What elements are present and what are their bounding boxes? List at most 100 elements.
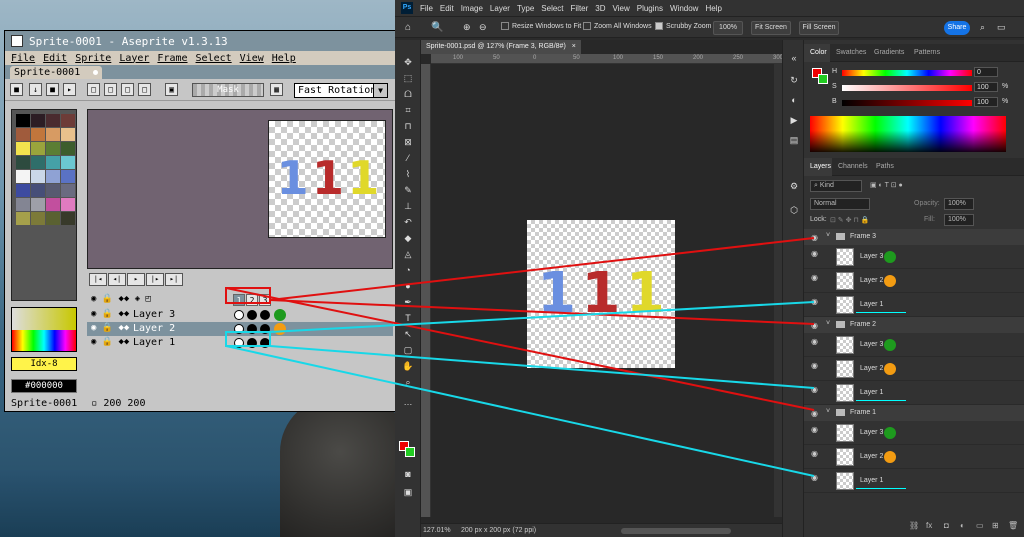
ps-menu-3d[interactable]: 3D: [595, 4, 605, 13]
timeline-layer-row[interactable]: ◉ 🔒 ◆◆ Layer 2: [87, 322, 393, 336]
move-tool-icon[interactable]: ✥: [402, 56, 414, 68]
screen-mode-icon[interactable]: ▣: [402, 486, 414, 498]
healing-tool-icon[interactable]: ⌇: [402, 168, 414, 180]
palette-swatch[interactable]: [46, 184, 60, 197]
new-layer-icon[interactable]: ⊞: [992, 521, 999, 530]
palette-swatch[interactable]: [16, 114, 30, 127]
zoom-tool-icon[interactable]: ⌕: [402, 376, 414, 388]
fit-screen-button[interactable]: Fit Screen: [751, 21, 791, 35]
transform-icon[interactable]: ▣: [165, 83, 178, 96]
ps-menu-filter[interactable]: Filter: [571, 4, 589, 13]
tab-gradients[interactable]: Gradients: [874, 49, 904, 56]
quick-mask-icon[interactable]: ◙: [402, 468, 414, 480]
palette-swatch[interactable]: [61, 198, 75, 211]
palette-swatch[interactable]: [31, 142, 45, 155]
chevron-down-icon[interactable]: ˅: [826, 232, 830, 239]
shape-tool-icon[interactable]: ▢: [402, 344, 414, 356]
lock-icon[interactable]: ■: [10, 83, 23, 96]
ps-menu-help[interactable]: Help: [705, 4, 721, 13]
cel[interactable]: [260, 338, 270, 348]
tab-patterns[interactable]: Patterns: [914, 49, 940, 56]
layer-group-row[interactable]: ◉ ˅ Frame 1: [804, 405, 1024, 421]
layer-row[interactable]: ◉ Layer 3: [804, 421, 1024, 445]
ps-menu-plugins[interactable]: Plugins: [637, 4, 663, 13]
palette-swatch[interactable]: [31, 170, 45, 183]
saturation-slider[interactable]: S 100 %: [832, 82, 1022, 93]
eyedropper-tool-icon[interactable]: ⁄: [402, 152, 414, 164]
layer-visibility-icon[interactable]: ◉ 🔒 ◆◆: [91, 323, 129, 333]
hue-slider[interactable]: H 0: [832, 67, 1022, 78]
chevron-down-icon[interactable]: ˅: [826, 408, 830, 415]
layer-group-row[interactable]: ◉ ˅ Frame 2: [804, 317, 1024, 333]
palette-swatch[interactable]: [16, 212, 30, 225]
layer-row[interactable]: ◉ Layer 1: [804, 469, 1024, 493]
menu-edit[interactable]: Edit: [43, 53, 67, 64]
eye-icon[interactable]: ◉: [811, 233, 818, 242]
palette-swatch[interactable]: [46, 170, 60, 183]
palette-swatch[interactable]: [31, 128, 45, 141]
eye-icon[interactable]: ◉: [811, 473, 818, 482]
palette-swatch[interactable]: [46, 212, 60, 225]
resize-windows-checkbox[interactable]: Resize Windows to Fit: [501, 22, 581, 30]
zoom-value-field[interactable]: 100%: [713, 21, 743, 35]
history-panel-icon[interactable]: ↻: [788, 74, 800, 86]
eye-icon[interactable]: ◉: [811, 409, 818, 418]
palette-swatch[interactable]: [46, 128, 60, 141]
palette-swatch[interactable]: [46, 142, 60, 155]
frame-2-header[interactable]: 2: [246, 294, 258, 306]
eye-icon[interactable]: ◉: [811, 385, 818, 394]
ps-menu-image[interactable]: Image: [461, 4, 483, 13]
palette-swatch[interactable]: [16, 156, 30, 169]
pen-tool-icon[interactable]: ✒: [402, 296, 414, 308]
layer-filter-kind[interactable]: ⌕ Kind: [810, 180, 862, 192]
tab-paths[interactable]: Paths: [876, 163, 894, 170]
aseprite-titlebar[interactable]: Sprite-0001 - Aseprite v1.3.13: [5, 31, 395, 51]
palette-swatch[interactable]: [61, 156, 75, 169]
zoom-out-icon[interactable]: ⊖: [479, 22, 487, 33]
adjustment-layer-icon[interactable]: ◐: [960, 521, 965, 530]
layer-group-row[interactable]: ◉ ˅ Frame 3: [804, 229, 1024, 245]
ps-menu-type[interactable]: Type: [517, 4, 534, 13]
palette-swatch[interactable]: [46, 156, 60, 169]
background-color-swatch[interactable]: [405, 447, 415, 457]
delete-layer-icon[interactable]: 🗑: [1008, 521, 1018, 530]
zoom-all-checkbox[interactable]: Zoom All Windows: [583, 22, 652, 30]
cel[interactable]: [260, 324, 270, 334]
eraser-tool-icon[interactable]: ◆: [402, 232, 414, 244]
cel[interactable]: [234, 338, 244, 348]
properties-panel-icon[interactable]: ⚙: [788, 180, 800, 192]
layer-filter-icons[interactable]: ▣ ◐ T ⊡ ●: [870, 181, 903, 189]
tab-swatches[interactable]: Swatches: [836, 49, 866, 56]
3d-panel-icon[interactable]: ⬡: [788, 204, 800, 216]
eye-icon[interactable]: ◉: [811, 273, 818, 282]
selection-add-icon[interactable]: □: [104, 83, 117, 96]
palette-swatch[interactable]: [46, 114, 60, 127]
layer-style-icon[interactable]: fx: [926, 521, 932, 530]
download-icon[interactable]: ↓: [29, 83, 42, 96]
cel[interactable]: [247, 310, 257, 320]
prev-frame-icon[interactable]: ◂|: [108, 273, 126, 286]
timeline-layer-row[interactable]: ◉ 🔒 ◆◆ Layer 3: [87, 308, 393, 322]
menu-help[interactable]: Help: [272, 53, 296, 64]
cel[interactable]: [234, 324, 244, 334]
selection-replace-icon[interactable]: □: [87, 83, 100, 96]
ps-menu-window[interactable]: Window: [670, 4, 698, 13]
ps-menu-edit[interactable]: Edit: [440, 4, 454, 13]
fill-field[interactable]: 100%: [944, 214, 974, 226]
aseprite-canvas-area[interactable]: 111: [87, 109, 393, 269]
eye-icon[interactable]: ◉: [811, 321, 818, 330]
object-select-tool-icon[interactable]: ⌗: [402, 104, 414, 116]
first-frame-icon[interactable]: |◂: [89, 273, 107, 286]
sprite-tab[interactable]: Sprite-0001: [10, 66, 102, 79]
tab-channels[interactable]: Channels: [838, 163, 868, 170]
tab-color[interactable]: Color: [810, 49, 827, 56]
actions-panel-icon[interactable]: ▶: [788, 114, 800, 126]
palette-swatch[interactable]: [61, 114, 75, 127]
panel-expand-icon[interactable]: «: [788, 52, 800, 64]
cel[interactable]: [260, 310, 270, 320]
color-spectrum-ramp[interactable]: [810, 116, 1006, 152]
fg-color-index[interactable]: Idx-8: [11, 357, 77, 371]
ps-menu-view[interactable]: View: [613, 4, 630, 13]
horizontal-scrollbar[interactable]: [621, 528, 731, 534]
selection-subtract-icon[interactable]: □: [121, 83, 134, 96]
